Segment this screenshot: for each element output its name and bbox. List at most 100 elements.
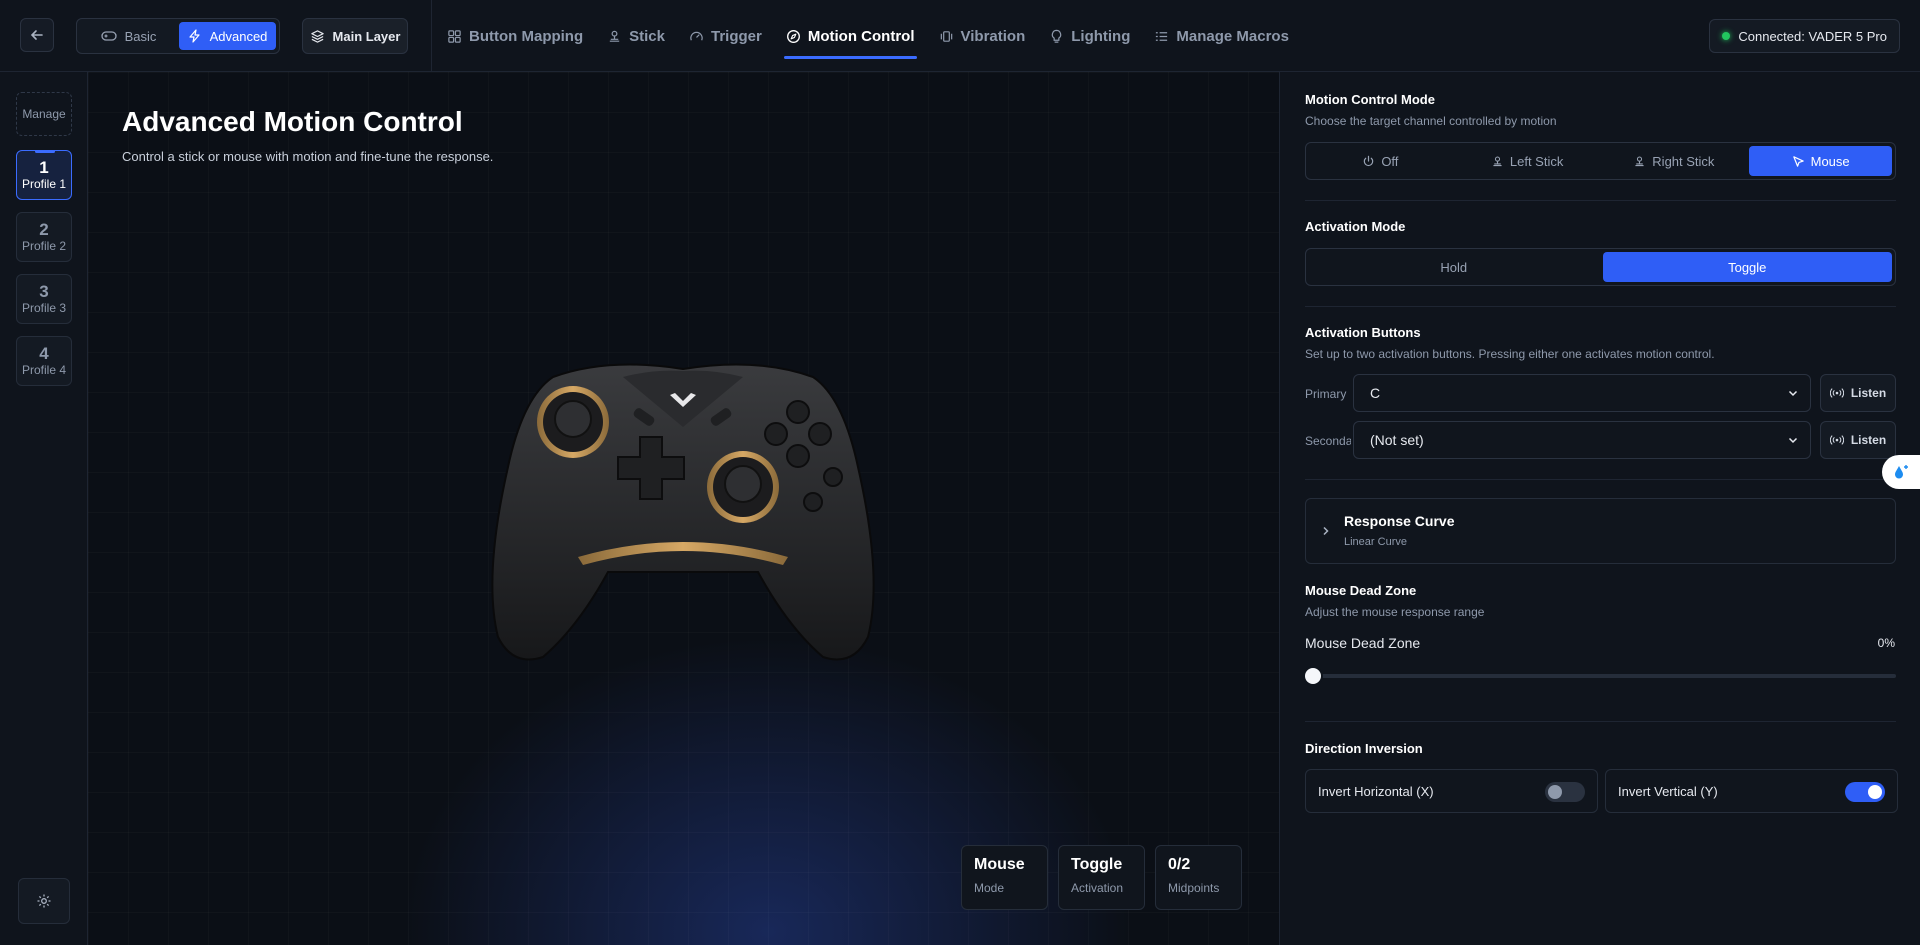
- secondary-label: Secondary: [1305, 434, 1351, 448]
- motion-mode-selector: Off Left Stick Right Stick Mouse: [1305, 142, 1896, 180]
- tab-lighting[interactable]: Lighting: [1047, 0, 1132, 72]
- activation-buttons-title: Activation Buttons: [1305, 325, 1421, 340]
- connection-label: Connected: VADER 5 Pro: [1738, 28, 1887, 44]
- profile-4-button[interactable]: 4 Profile 4: [16, 336, 72, 386]
- layers-icon: [310, 29, 324, 43]
- response-curve-title: Response Curve: [1344, 513, 1455, 529]
- manage-label: Manage: [22, 107, 66, 121]
- motion-mode-left-stick-button[interactable]: Left Stick: [1456, 146, 1599, 176]
- vibration-icon: [940, 30, 952, 42]
- primary-button-select[interactable]: C: [1353, 374, 1811, 412]
- invert-y-toggle[interactable]: [1845, 782, 1885, 802]
- profile-number: 2: [39, 219, 49, 239]
- stat-value: Toggle: [1071, 856, 1123, 873]
- dead-zone-slider-thumb[interactable]: [1305, 668, 1321, 684]
- option-label: Toggle: [1728, 259, 1767, 275]
- stat-label: Activation: [1071, 881, 1124, 895]
- stat-value: 0/2: [1168, 856, 1191, 873]
- profile-label: Profile 1: [21, 176, 67, 191]
- tab-label: Button Mapping: [469, 27, 584, 45]
- chevron-down-icon: [1788, 437, 1798, 444]
- tab-manage-macros[interactable]: Manage Macros: [1152, 0, 1291, 72]
- profile-number: 1: [39, 157, 49, 177]
- secondary-button-select[interactable]: (Not set): [1353, 421, 1811, 459]
- primary-listen-button[interactable]: Listen: [1820, 374, 1896, 412]
- joystick-icon: [609, 30, 620, 42]
- mode-advanced-button[interactable]: Advanced: [179, 22, 276, 50]
- broadcast-icon: [1829, 388, 1844, 398]
- settings-panel: Motion Control Mode Choose the target ch…: [1279, 72, 1920, 945]
- activation-mode-selector: Hold Toggle: [1305, 248, 1896, 286]
- invert-x-toggle[interactable]: [1545, 782, 1585, 802]
- manage-profiles-button[interactable]: Manage: [16, 92, 72, 136]
- tab-motion-control[interactable]: Motion Control: [783, 0, 917, 72]
- response-curve-card[interactable]: Response Curve Linear Curve: [1305, 498, 1896, 564]
- activation-mode-title: Activation Mode: [1305, 219, 1406, 234]
- profile-2-button[interactable]: 2 Profile 2: [16, 212, 72, 262]
- profile-1-button[interactable]: 1 Profile 1: [16, 150, 72, 200]
- tab-vibration[interactable]: Vibration: [937, 0, 1028, 72]
- option-label: Right Stick: [1652, 153, 1715, 169]
- mode-basic-label: Basic: [124, 28, 157, 44]
- arrow-left-icon: [30, 30, 43, 40]
- tab-trigger[interactable]: Trigger: [687, 0, 764, 72]
- motion-mode-off-button[interactable]: Off: [1309, 146, 1452, 176]
- stat-card-activation: Toggle Activation: [1058, 845, 1145, 910]
- secondary-listen-button[interactable]: Listen: [1820, 421, 1896, 459]
- main-layer-label: Main Layer: [332, 28, 401, 44]
- top-bar: Basic Advanced Main Layer Button Mapping…: [0, 0, 1920, 72]
- stat-card-mode: Mouse Mode: [961, 845, 1048, 910]
- activation-toggle-button[interactable]: Toggle: [1602, 252, 1892, 282]
- profile-label: Profile 4: [21, 362, 67, 377]
- dead-zone-title: Mouse Dead Zone: [1305, 583, 1417, 598]
- summary-cards: Mouse Mode Toggle Activation 0/2 Midpoin…: [961, 845, 1242, 910]
- topbar-divider: [431, 0, 432, 72]
- dead-zone-desc: Adjust the mouse response range: [1305, 605, 1485, 619]
- main-layer-button[interactable]: Main Layer: [302, 18, 408, 54]
- section-divider: [1305, 479, 1896, 480]
- motion-mode-title: Motion Control Mode: [1305, 92, 1435, 107]
- settings-button[interactable]: [18, 878, 70, 924]
- status-dot-icon: [1722, 32, 1731, 40]
- motion-mode-right-stick-button[interactable]: Right Stick: [1603, 146, 1746, 176]
- back-button[interactable]: [20, 18, 54, 52]
- preview-area: Advanced Motion Control Control a stick …: [88, 72, 1279, 945]
- dead-zone-slider-track[interactable]: [1313, 674, 1896, 678]
- option-label: Left Stick: [1509, 153, 1564, 169]
- joystick-icon: [1493, 156, 1502, 166]
- activation-hold-button[interactable]: Hold: [1309, 252, 1599, 282]
- tab-label: Stick: [629, 27, 665, 45]
- invert-x-label: Invert Horizontal (X): [1318, 783, 1434, 799]
- bulb-icon: [1051, 29, 1062, 43]
- invert-y-row: Invert Vertical (Y): [1605, 769, 1898, 813]
- dead-zone-value: 0%: [1877, 636, 1895, 650]
- tab-button-mapping[interactable]: Button Mapping: [445, 0, 585, 72]
- profile-number: 4: [39, 343, 49, 363]
- droplet-sparkle-icon: [1895, 465, 1908, 479]
- primary-label: Primary: [1305, 387, 1347, 401]
- gamepad-icon: [100, 31, 117, 41]
- profile-label: Profile 3: [21, 300, 67, 315]
- tab-stick[interactable]: Stick: [605, 0, 667, 72]
- controller-image: [491, 363, 875, 661]
- floating-assistant-button[interactable]: [1882, 455, 1920, 489]
- profile-label: Profile 2: [21, 238, 67, 253]
- option-label: Off: [1381, 153, 1399, 169]
- grid-icon: [448, 29, 461, 43]
- gauge-icon: [690, 31, 703, 40]
- motion-mode-desc: Choose the target channel controlled by …: [1305, 114, 1557, 128]
- mode-basic-button[interactable]: Basic: [80, 22, 177, 50]
- mode-advanced-label: Advanced: [209, 28, 268, 44]
- stat-label: Midpoints: [1168, 881, 1220, 895]
- activation-buttons-desc: Set up to two activation buttons. Pressi…: [1305, 347, 1715, 361]
- motion-mode-mouse-button[interactable]: Mouse: [1749, 146, 1892, 176]
- dead-zone-label: Mouse Dead Zone: [1305, 635, 1421, 651]
- listen-label: Listen: [1850, 386, 1887, 400]
- stat-value: Mouse: [974, 856, 1025, 873]
- option-label: Mouse: [1810, 153, 1850, 169]
- invert-y-label: Invert Vertical (Y): [1618, 783, 1718, 799]
- page-title: Advanced Motion Control: [122, 106, 463, 137]
- profile-3-button[interactable]: 3 Profile 3: [16, 274, 72, 324]
- page-subtitle: Control a stick or mouse with motion and…: [122, 149, 494, 164]
- option-label: Hold: [1440, 259, 1468, 275]
